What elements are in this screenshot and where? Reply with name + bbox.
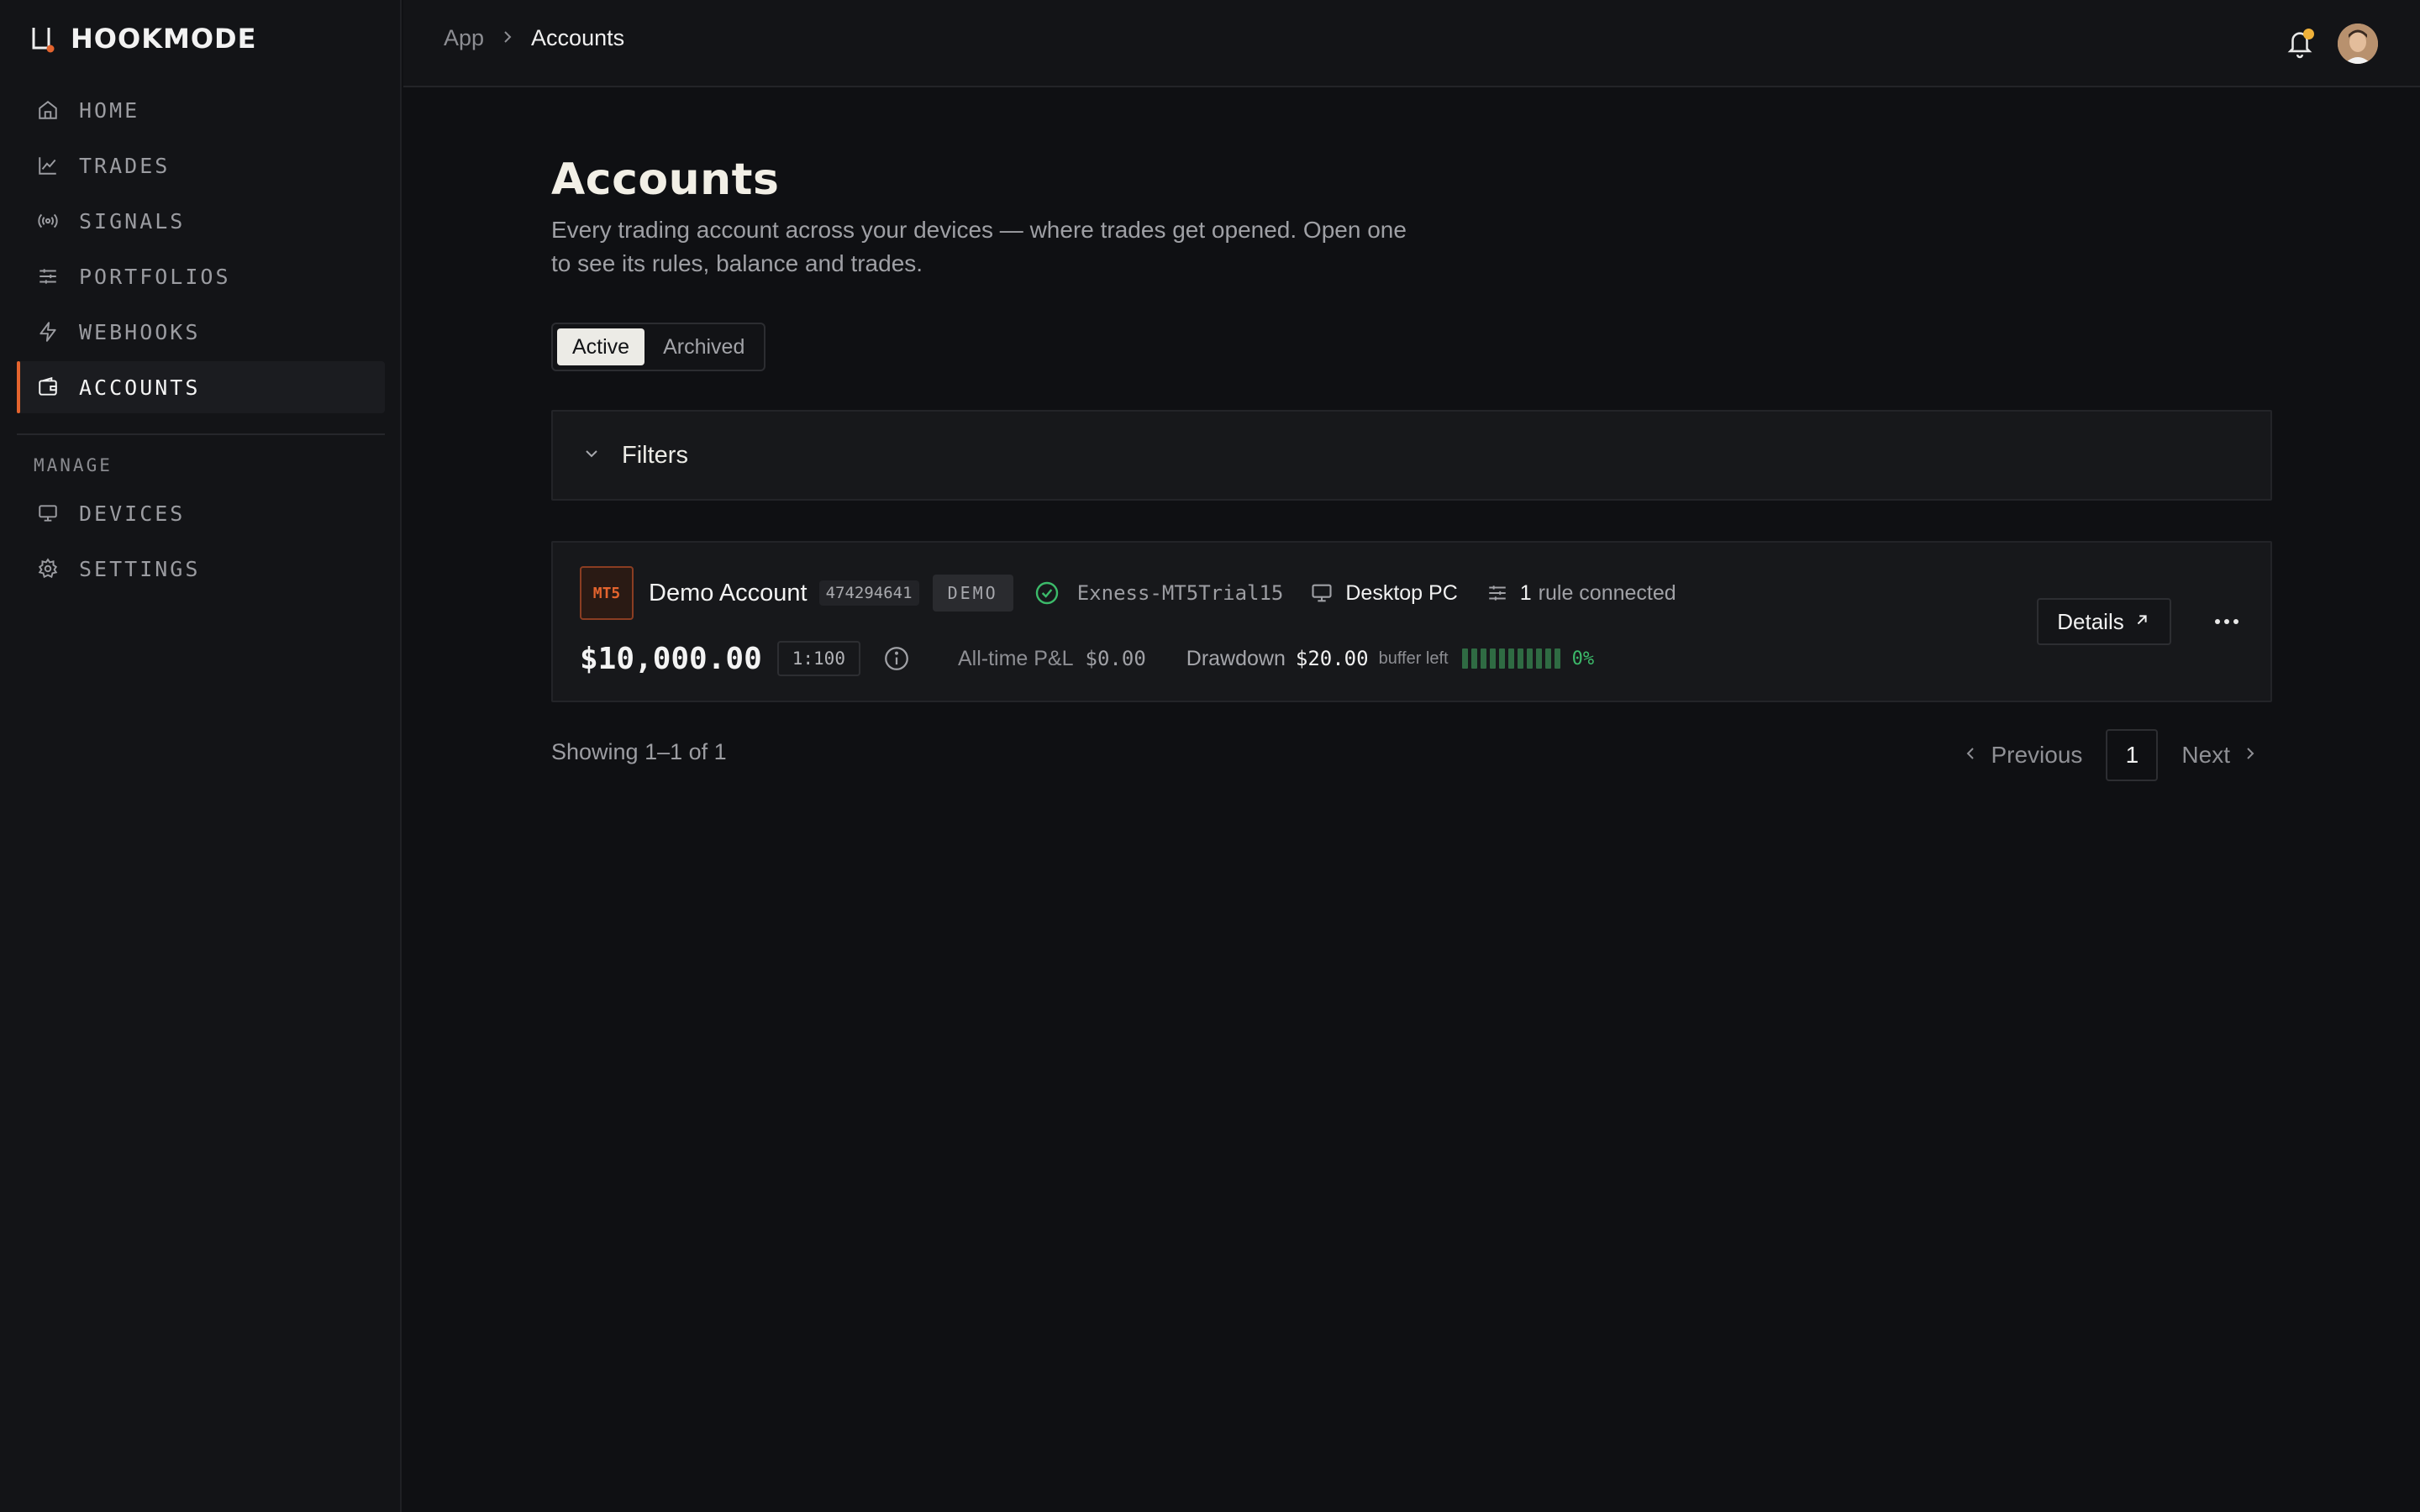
sliders-icon: [37, 265, 59, 287]
sidebar-item-signals[interactable]: SIGNALS: [17, 195, 385, 247]
meter-segment: [1470, 648, 1477, 669]
chevron-right-icon: [501, 25, 514, 51]
details-button[interactable]: Details: [2037, 598, 2171, 645]
sidebar: HOOKMODE HOME TRADES SIGNALS PORTFOLIOS: [0, 0, 402, 1512]
previous-page-button[interactable]: Previous: [1964, 742, 2082, 769]
bell-icon: [2286, 32, 2314, 62]
pagination: Previous 1 Next: [1964, 729, 2257, 781]
broadcast-icon: [37, 210, 59, 232]
main-nav: HOME TRADES SIGNALS PORTFOLIOS WEBHOOKS: [17, 84, 385, 417]
sidebar-item-label: SIGNALS: [79, 208, 186, 234]
breadcrumb-app-link[interactable]: App: [444, 25, 484, 51]
brand-logo[interactable]: HOOKMODE: [30, 22, 256, 55]
status-tabs: Active Archived: [551, 323, 766, 371]
account-card[interactable]: MT5 Demo Account 474294641 DEMO Exness-M…: [551, 541, 2272, 702]
previous-label: Previous: [1991, 742, 2083, 768]
chevron-left-icon: [1964, 742, 1977, 769]
info-icon[interactable]: [882, 644, 911, 673]
drawdown-meter: [1461, 648, 1560, 669]
page-subtitle: Every trading account across your device…: [551, 217, 1407, 276]
meter-segment: [1498, 648, 1505, 669]
broker-server: Exness-MT5Trial15: [1076, 581, 1284, 605]
meter-segment: [1535, 648, 1542, 669]
pnl-value: $0.00: [1085, 647, 1146, 670]
notifications-button[interactable]: [2286, 27, 2314, 59]
meter-segment: [1489, 648, 1496, 669]
page-title: Accounts: [551, 155, 780, 205]
account-balance: $10,000.00: [580, 641, 762, 676]
monitor-icon: [1310, 581, 1334, 605]
sidebar-item-label: ACCOUNTS: [79, 375, 201, 400]
meter-segment: [1526, 648, 1533, 669]
logo-mark-icon: [30, 24, 55, 53]
chevron-right-icon: [2244, 742, 2257, 769]
meter-segment: [1480, 648, 1486, 669]
arrow-up-right-icon: [2133, 609, 2151, 635]
meter-segment: [1461, 648, 1468, 669]
sidebar-item-portfolios[interactable]: PORTFOLIOS: [17, 250, 385, 302]
ellipsis-icon: [2214, 614, 2239, 629]
sidebar-section-label: MANAGE: [34, 455, 113, 475]
buffer-label: buffer left: [1378, 648, 1449, 668]
brand-name: HOOKMODE: [71, 23, 257, 55]
monitor-icon: [37, 502, 59, 524]
filters-toggle[interactable]: Filters: [551, 410, 2272, 501]
sidebar-item-accounts[interactable]: ACCOUNTS: [17, 361, 385, 413]
rules-count: 1: [1519, 580, 1532, 605]
pagination-summary: Showing 1–1 of 1: [551, 739, 727, 764]
chart-line-icon: [37, 155, 59, 176]
avatar[interactable]: [2338, 24, 2378, 64]
device-name: Desktop PC: [1345, 580, 1458, 605]
details-label: Details: [2057, 608, 2124, 634]
sidebar-item-devices[interactable]: DEVICES: [17, 487, 385, 539]
account-card-header: MT5 Demo Account 474294641 DEMO Exness-M…: [580, 566, 1676, 620]
sliders-icon: [1486, 582, 1508, 604]
tab-active[interactable]: Active: [557, 328, 645, 365]
breadcrumb: App Accounts: [444, 25, 624, 51]
tab-archived[interactable]: Archived: [648, 328, 760, 365]
sidebar-divider: [17, 433, 385, 435]
account-type-badge: DEMO: [932, 575, 1013, 612]
meter-segment: [1544, 648, 1551, 669]
sidebar-item-trades[interactable]: TRADES: [17, 139, 385, 192]
pnl-label: All-time P&L: [957, 646, 1074, 670]
page-number-button[interactable]: 1: [2106, 729, 2159, 781]
account-number: 474294641: [818, 580, 919, 606]
home-icon: [37, 99, 59, 121]
meter-segment: [1507, 648, 1514, 669]
drawdown-percent: 0%: [1571, 648, 1595, 669]
sidebar-item-label: DEVICES: [79, 501, 186, 526]
meter-segment: [1517, 648, 1523, 669]
wallet-icon: [37, 376, 59, 398]
sidebar-item-home[interactable]: HOME: [17, 84, 385, 136]
sidebar-item-webhooks[interactable]: WEBHOOKS: [17, 306, 385, 358]
drawdown-label: Drawdown: [1186, 646, 1286, 670]
notification-dot: [2303, 29, 2314, 39]
sidebar-item-label: WEBHOOKS: [79, 319, 201, 344]
sidebar-item-label: PORTFOLIOS: [79, 264, 231, 289]
meter-segment: [1554, 648, 1560, 669]
gear-icon: [37, 558, 59, 580]
sidebar-item-label: HOME: [79, 97, 140, 123]
next-label: Next: [2181, 742, 2230, 768]
next-page-button[interactable]: Next: [2181, 742, 2257, 769]
connected-check-icon: [1034, 580, 1060, 606]
drawdown-value: $20.00: [1295, 647, 1369, 670]
leverage-badge: 1:100: [776, 641, 860, 676]
bolt-icon: [37, 321, 59, 343]
platform-badge: MT5: [580, 566, 634, 620]
sidebar-item-settings[interactable]: SETTINGS: [17, 543, 385, 595]
breadcrumb-current: Accounts: [531, 25, 625, 50]
top-bar: App Accounts: [403, 0, 2420, 87]
sidebar-item-label: TRADES: [79, 153, 171, 178]
sidebar-item-label: SETTINGS: [79, 556, 201, 581]
chevron-down-icon: [581, 444, 602, 468]
rules-text: rule connected: [1538, 580, 1676, 605]
more-options-button[interactable]: [2205, 606, 2249, 637]
account-card-stats: $10,000.00 1:100 All-time P&L $0.00 Draw…: [580, 637, 1594, 680]
account-name[interactable]: Demo Account: [649, 580, 808, 607]
manage-nav: DEVICES SETTINGS: [17, 487, 385, 598]
filters-label: Filters: [622, 441, 688, 469]
